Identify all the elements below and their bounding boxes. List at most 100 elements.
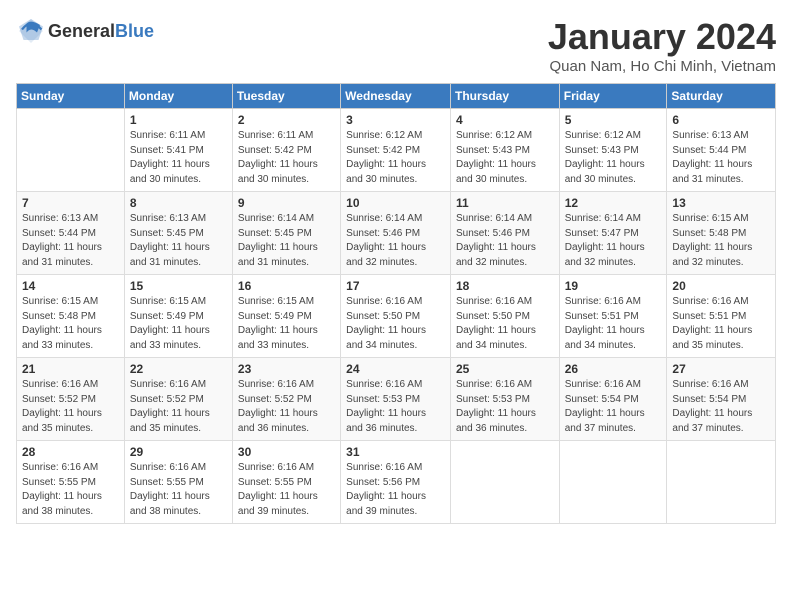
- weekday-header: Saturday: [667, 84, 776, 109]
- day-number: 24: [346, 362, 445, 376]
- calendar-cell: 4 Sunrise: 6:12 AMSunset: 5:43 PMDaylight…: [450, 109, 559, 192]
- day-number: 3: [346, 113, 445, 127]
- day-number: 10: [346, 196, 445, 210]
- day-info: Sunrise: 6:15 AMSunset: 5:49 PMDaylight:…: [238, 295, 335, 353]
- day-number: 18: [456, 279, 554, 293]
- calendar-header: SundayMondayTuesdayWednesdayThursdayFrid…: [17, 84, 776, 109]
- calendar-body: 1 Sunrise: 6:11 AMSunset: 5:41 PMDaylight…: [17, 109, 776, 524]
- day-info: Sunrise: 6:16 AMSunset: 5:54 PMDaylight:…: [565, 378, 662, 436]
- day-number: 8: [130, 196, 227, 210]
- day-info: Sunrise: 6:16 AMSunset: 5:52 PMDaylight:…: [130, 378, 227, 436]
- day-number: 29: [130, 445, 227, 459]
- calendar-cell: 11 Sunrise: 6:14 AMSunset: 5:46 PMDayligh…: [450, 192, 559, 275]
- calendar-cell: 8Sunrise: 6:13 AMSunset: 5:45 PMDaylight…: [124, 192, 232, 275]
- logo-blue: Blue: [115, 21, 154, 41]
- day-info: Sunrise: 6:14 AMSunset: 5:46 PMDaylight:…: [346, 212, 445, 270]
- calendar-cell: 20Sunrise: 6:16 AMSunset: 5:51 PMDayligh…: [667, 275, 776, 358]
- calendar-cell: 15Sunrise: 6:15 AMSunset: 5:49 PMDayligh…: [124, 275, 232, 358]
- day-info: Sunrise: 6:16 AMSunset: 5:50 PMDaylight:…: [346, 295, 445, 353]
- day-info: Sunrise: 6:13 AMSunset: 5:44 PMDaylight:…: [22, 212, 119, 270]
- day-number: 5: [565, 113, 662, 127]
- day-number: 28: [22, 445, 119, 459]
- day-number: 16: [238, 279, 335, 293]
- calendar-cell: 31 Sunrise: 6:16 AMSunset: 5:56 PMDayligh…: [341, 441, 451, 524]
- calendar-week-row: 21 Sunrise: 6:16 AMSunset: 5:52 PMDayligh…: [17, 358, 776, 441]
- day-info: Sunrise: 6:12 AMSunset: 5:43 PMDaylight:…: [565, 129, 662, 187]
- day-number: 9: [238, 196, 335, 210]
- title-block: January 2024 Quan Nam, Ho Chi Minh, Viet…: [548, 16, 776, 75]
- day-number: 31: [346, 445, 445, 459]
- calendar-cell: 17Sunrise: 6:16 AMSunset: 5:50 PMDayligh…: [341, 275, 451, 358]
- weekday-header: Tuesday: [232, 84, 340, 109]
- day-info: Sunrise: 6:16 AMSunset: 5:52 PMDaylight:…: [238, 378, 335, 436]
- calendar-cell: 7 Sunrise: 6:13 AMSunset: 5:44 PMDaylight…: [17, 192, 125, 275]
- day-number: 15: [130, 279, 227, 293]
- day-info: Sunrise: 6:16 AMSunset: 5:51 PMDaylight:…: [565, 295, 662, 353]
- weekday-header: Monday: [124, 84, 232, 109]
- day-info: Sunrise: 6:14 AMSunset: 5:47 PMDaylight:…: [565, 212, 662, 270]
- day-number: 2: [238, 113, 335, 127]
- calendar-cell: 24Sunrise: 6:16 AMSunset: 5:53 PMDayligh…: [341, 358, 451, 441]
- calendar-cell: 2 Sunrise: 6:11 AMSunset: 5:42 PMDaylight…: [232, 109, 340, 192]
- day-number: 26: [565, 362, 662, 376]
- calendar-cell: [667, 441, 776, 524]
- day-info: Sunrise: 6:11 AMSunset: 5:42 PMDaylight:…: [238, 129, 335, 187]
- day-number: 23: [238, 362, 335, 376]
- weekday-header: Friday: [559, 84, 667, 109]
- calendar-cell: 3 Sunrise: 6:12 AMSunset: 5:42 PMDaylight…: [341, 109, 451, 192]
- day-info: Sunrise: 6:14 AMSunset: 5:45 PMDaylight:…: [238, 212, 335, 270]
- calendar-cell: 1 Sunrise: 6:11 AMSunset: 5:41 PMDaylight…: [124, 109, 232, 192]
- day-number: 4: [456, 113, 554, 127]
- day-info: Sunrise: 6:15 AMSunset: 5:48 PMDaylight:…: [22, 295, 119, 353]
- logo-icon: [16, 16, 46, 46]
- day-number: 7: [22, 196, 119, 210]
- logo-general: General: [48, 21, 115, 41]
- calendar-cell: 14 Sunrise: 6:15 AMSunset: 5:48 PMDayligh…: [17, 275, 125, 358]
- calendar-cell: [17, 109, 125, 192]
- day-number: 25: [456, 362, 554, 376]
- day-info: Sunrise: 6:16 AMSunset: 5:54 PMDaylight:…: [672, 378, 770, 436]
- month-title: January 2024: [548, 16, 776, 58]
- calendar-cell: 23 Sunrise: 6:16 AMSunset: 5:52 PMDayligh…: [232, 358, 340, 441]
- calendar-cell: 19Sunrise: 6:16 AMSunset: 5:51 PMDayligh…: [559, 275, 667, 358]
- calendar-cell: 12 Sunrise: 6:14 AMSunset: 5:47 PMDayligh…: [559, 192, 667, 275]
- calendar-cell: 26 Sunrise: 6:16 AMSunset: 5:54 PMDayligh…: [559, 358, 667, 441]
- day-info: Sunrise: 6:11 AMSunset: 5:41 PMDaylight:…: [130, 129, 227, 187]
- day-number: 30: [238, 445, 335, 459]
- day-info: Sunrise: 6:16 AMSunset: 5:55 PMDaylight:…: [22, 461, 119, 519]
- day-info: Sunrise: 6:16 AMSunset: 5:55 PMDaylight:…: [130, 461, 227, 519]
- day-number: 21: [22, 362, 119, 376]
- calendar-cell: 28 Sunrise: 6:16 AMSunset: 5:55 PMDayligh…: [17, 441, 125, 524]
- calendar-cell: 21 Sunrise: 6:16 AMSunset: 5:52 PMDayligh…: [17, 358, 125, 441]
- day-info: Sunrise: 6:13 AMSunset: 5:44 PMDaylight:…: [672, 129, 770, 187]
- day-number: 27: [672, 362, 770, 376]
- calendar-cell: 9 Sunrise: 6:14 AMSunset: 5:45 PMDaylight…: [232, 192, 340, 275]
- day-number: 12: [565, 196, 662, 210]
- day-number: 14: [22, 279, 119, 293]
- day-info: Sunrise: 6:16 AMSunset: 5:56 PMDaylight:…: [346, 461, 445, 519]
- day-info: Sunrise: 6:16 AMSunset: 5:52 PMDaylight:…: [22, 378, 119, 436]
- page-header: GeneralBlue January 2024 Quan Nam, Ho Ch…: [16, 16, 776, 75]
- day-info: Sunrise: 6:12 AMSunset: 5:42 PMDaylight:…: [346, 129, 445, 187]
- calendar-cell: 25 Sunrise: 6:16 AMSunset: 5:53 PMDayligh…: [450, 358, 559, 441]
- day-number: 6: [672, 113, 770, 127]
- calendar-cell: [559, 441, 667, 524]
- day-number: 1: [130, 113, 227, 127]
- day-info: Sunrise: 6:12 AMSunset: 5:43 PMDaylight:…: [456, 129, 554, 187]
- calendar-cell: 27 Sunrise: 6:16 AMSunset: 5:54 PMDayligh…: [667, 358, 776, 441]
- day-info: Sunrise: 6:15 AMSunset: 5:48 PMDaylight:…: [672, 212, 770, 270]
- day-info: Sunrise: 6:16 AMSunset: 5:51 PMDaylight:…: [672, 295, 770, 353]
- calendar-week-row: 7 Sunrise: 6:13 AMSunset: 5:44 PMDaylight…: [17, 192, 776, 275]
- weekday-header: Sunday: [17, 84, 125, 109]
- calendar-cell: 18Sunrise: 6:16 AMSunset: 5:50 PMDayligh…: [450, 275, 559, 358]
- weekday-header: Wednesday: [341, 84, 451, 109]
- day-number: 13: [672, 196, 770, 210]
- day-info: Sunrise: 6:16 AMSunset: 5:53 PMDaylight:…: [456, 378, 554, 436]
- location-text: Quan Nam, Ho Chi Minh, Vietnam: [548, 58, 776, 75]
- day-number: 11: [456, 196, 554, 210]
- logo: GeneralBlue: [16, 16, 154, 46]
- logo-text: GeneralBlue: [48, 21, 154, 42]
- day-info: Sunrise: 6:14 AMSunset: 5:46 PMDaylight:…: [456, 212, 554, 270]
- calendar-cell: 29 Sunrise: 6:16 AMSunset: 5:55 PMDayligh…: [124, 441, 232, 524]
- calendar-cell: 30Sunrise: 6:16 AMSunset: 5:55 PMDayligh…: [232, 441, 340, 524]
